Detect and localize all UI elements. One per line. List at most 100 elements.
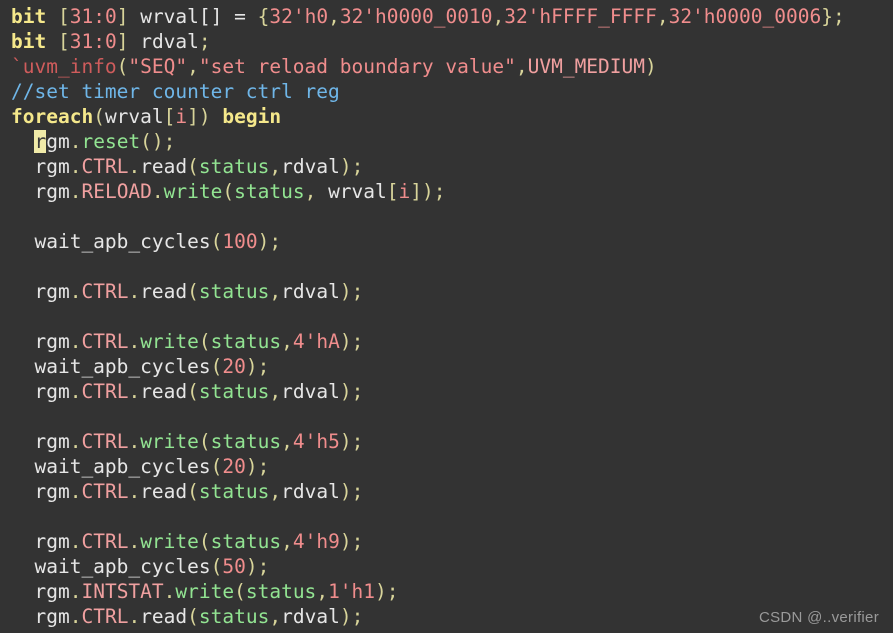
arg-status: status — [198, 380, 270, 403]
paren-close: ) — [245, 355, 258, 378]
code-line-19[interactable]: wait_apb_cycles(20); — [0, 454, 893, 479]
paren-open: ( — [93, 105, 105, 128]
comma: , — [316, 580, 329, 603]
arg-rdval: rdval — [281, 480, 340, 503]
bracket-close: ] — [187, 105, 199, 128]
method-reset: reset — [81, 130, 141, 153]
code-line-13-blank[interactable] — [0, 304, 893, 329]
code-line-18[interactable]: rgm.CTRL.write(status,4'h5); — [0, 429, 893, 454]
code-line-8[interactable]: rgm.RELOAD.write(status, wrval[i]); — [0, 179, 893, 204]
dot: . — [151, 180, 164, 203]
semicolon: ; — [351, 380, 364, 403]
dot: . — [69, 480, 82, 503]
code-line-23[interactable]: wait_apb_cycles(50); — [0, 554, 893, 579]
comma: , — [328, 5, 340, 28]
code-line-2[interactable]: bit [31:0] rdval; — [0, 29, 893, 54]
code-line-16[interactable]: rgm.CTRL.read(status,rdval); — [0, 379, 893, 404]
code-line-11-blank[interactable] — [0, 254, 893, 279]
code-line-4[interactable]: //set timer counter ctrl reg — [0, 79, 893, 104]
comment: //set timer counter ctrl reg — [11, 80, 340, 103]
code-line-9-blank[interactable] — [0, 204, 893, 229]
arg-status: status — [198, 605, 270, 628]
semicolon: ; — [269, 230, 282, 253]
dot: . — [69, 130, 82, 153]
semicolon: ; — [351, 605, 364, 628]
literal-1: 32'h0 — [269, 5, 329, 28]
semicolon: ; — [386, 580, 399, 603]
code-line-21-blank[interactable] — [0, 504, 893, 529]
semicolon: ; — [257, 555, 270, 578]
paren-close: ) — [257, 230, 270, 253]
arg-status: status — [198, 480, 270, 503]
dot: . — [128, 480, 141, 503]
bracket-close: ] — [116, 5, 129, 28]
keyword-foreach: foreach — [11, 105, 94, 128]
object-rgm: gm — [46, 130, 70, 153]
dot: . — [69, 380, 82, 403]
brace-close: } — [821, 5, 833, 28]
paren-close: ) — [645, 55, 657, 78]
comma: , — [269, 380, 282, 403]
object-rgm: rgm — [34, 280, 70, 303]
paren-open: ( — [210, 230, 223, 253]
paren-close: ) — [198, 105, 211, 128]
code-line-7[interactable]: rgm.CTRL.read(status,rdval); — [0, 154, 893, 179]
object-rgm: rgm — [34, 430, 70, 453]
arg-rdval: rdval — [281, 605, 340, 628]
code-line-1[interactable]: bit [31:0] wrval[] = {32'h0,32'h0000_001… — [0, 4, 893, 29]
paren-close: ) — [375, 580, 387, 603]
register-ctrl: CTRL — [81, 155, 129, 178]
paren-close: ) — [339, 430, 352, 453]
paren-open: ( — [222, 180, 235, 203]
paren-open: ( — [210, 455, 223, 478]
parens: () — [140, 130, 164, 153]
paren-close: ) — [339, 280, 352, 303]
method-write: write — [140, 330, 199, 353]
dot: . — [69, 180, 82, 203]
code-line-5[interactable]: foreach(wrval[i]) begin — [0, 104, 893, 129]
code-line-24[interactable]: rgm.INTSTAT.write(status,1'h1); — [0, 579, 893, 604]
paren-open: ( — [210, 355, 223, 378]
semicolon: ; — [351, 480, 364, 503]
macro-uvm-info: `uvm_info — [11, 55, 117, 78]
method-read: read — [140, 280, 188, 303]
text-cursor[interactable]: r — [34, 130, 47, 153]
paren-close: ) — [339, 330, 352, 353]
semicolon: ; — [257, 355, 270, 378]
code-line-6[interactable]: rgm.reset(); — [0, 129, 893, 154]
dot: . — [128, 330, 141, 353]
paren-open: ( — [198, 330, 211, 353]
dot: . — [128, 155, 141, 178]
arg-status: status — [234, 180, 305, 203]
comma: , — [515, 55, 528, 78]
code-line-14[interactable]: rgm.CTRL.write(status,4'hA); — [0, 329, 893, 354]
comma: , — [304, 180, 329, 203]
paren-close: ) — [339, 155, 352, 178]
arg-status: status — [210, 330, 282, 353]
bracket-close: ] — [116, 30, 129, 53]
code-line-15[interactable]: wait_apb_cycles(20); — [0, 354, 893, 379]
comma: , — [269, 280, 282, 303]
semicolon: ; — [832, 5, 845, 28]
code-editor-content[interactable]: bit [31:0] wrval[] = {32'h0,32'h0000_001… — [0, 0, 893, 629]
code-line-3[interactable]: `uvm_info("SEQ","set reload boundary val… — [0, 54, 893, 79]
paren-open: ( — [187, 480, 199, 503]
paren-open: ( — [187, 380, 199, 403]
object-rgm: rgm — [34, 180, 70, 203]
paren-close: ) — [339, 380, 352, 403]
code-line-10[interactable]: wait_apb_cycles(100); — [0, 229, 893, 254]
dot: . — [69, 605, 82, 628]
code-line-17-blank[interactable] — [0, 404, 893, 429]
comma: , — [187, 55, 199, 78]
paren-open: ( — [210, 555, 223, 578]
semicolon: ; — [433, 180, 446, 203]
paren-close: ) — [339, 530, 352, 553]
semicolon: ; — [351, 430, 364, 453]
code-line-22[interactable]: rgm.CTRL.write(status,4'h9); — [0, 529, 893, 554]
code-line-20[interactable]: rgm.CTRL.read(status,rdval); — [0, 479, 893, 504]
hex-value: 1'h1 — [328, 580, 376, 603]
loop-index: i — [175, 105, 188, 128]
code-line-12[interactable]: rgm.CTRL.read(status,rdval); — [0, 279, 893, 304]
paren-close: ) — [339, 605, 352, 628]
